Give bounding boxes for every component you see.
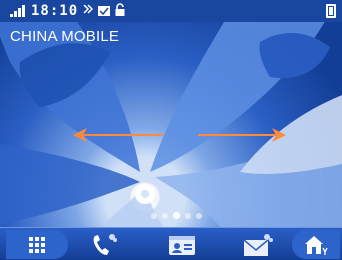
page-dot[interactable]	[162, 212, 168, 219]
app-drawer-button[interactable]	[6, 230, 68, 259]
data-transfer-icon	[82, 2, 94, 21]
messages-button[interactable]	[238, 230, 278, 259]
page-dot-current[interactable]	[173, 212, 180, 219]
carrier-name: CHINA MOBILE	[10, 28, 120, 45]
messages-icon	[243, 233, 273, 256]
contacts-icon	[169, 235, 195, 255]
phone-button[interactable]	[84, 230, 124, 259]
page-indicator	[151, 212, 202, 219]
page-dot[interactable]	[196, 212, 202, 219]
battery-icon	[326, 4, 336, 18]
wallpaper	[0, 22, 342, 227]
message-icon	[97, 2, 111, 21]
home-menu-icon	[305, 235, 328, 255]
status-bar: 18:10	[0, 0, 342, 22]
dock	[0, 227, 342, 260]
status-time: 18:10	[31, 3, 79, 19]
page-dot[interactable]	[185, 212, 191, 219]
home-menu-button[interactable]	[292, 230, 340, 259]
arrow-left-icon	[73, 128, 163, 142]
contacts-button[interactable]	[162, 230, 202, 259]
arrow-right-icon	[198, 128, 286, 142]
phone-icon	[93, 233, 117, 255]
app-drawer-icon	[29, 236, 45, 253]
signal-icon	[10, 5, 25, 17]
page-dot[interactable]	[151, 212, 157, 219]
lock-icon	[114, 2, 126, 21]
